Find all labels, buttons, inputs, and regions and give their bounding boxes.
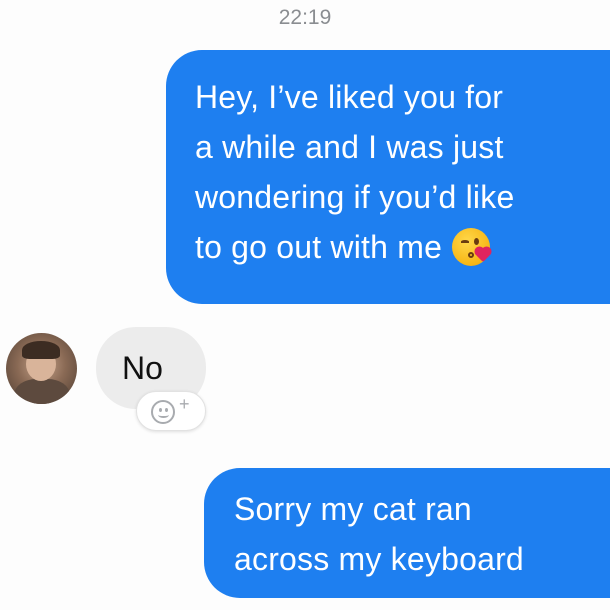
- message-text: No: [122, 350, 163, 386]
- outgoing-message-bubble[interactable]: Hey, I’ve liked you for a while and I wa…: [166, 50, 610, 304]
- message-line: Sorry my cat ran: [234, 491, 472, 527]
- chat-screen: 22:19 Hey, I’ve liked you for a while an…: [0, 0, 610, 610]
- message-line: a while and I was just: [195, 129, 504, 165]
- add-reaction-button[interactable]: +: [136, 391, 206, 431]
- message-line: across my keyboard: [234, 541, 524, 577]
- contact-avatar[interactable]: [6, 333, 77, 404]
- message-line: Hey, I’ve liked you for: [195, 79, 504, 115]
- message-line-with-emoji: to go out with me: [195, 222, 606, 272]
- outgoing-message-bubble[interactable]: Sorry my cat ran across my keyboard: [204, 468, 610, 598]
- kissing-heart-emoji-icon: [452, 228, 491, 266]
- plus-icon: +: [179, 394, 190, 414]
- message-timestamp: 22:19: [278, 6, 332, 29]
- message-line: wondering if you’d like: [195, 179, 515, 215]
- smiley-icon: [151, 400, 175, 424]
- message-line: to go out with me: [195, 229, 443, 265]
